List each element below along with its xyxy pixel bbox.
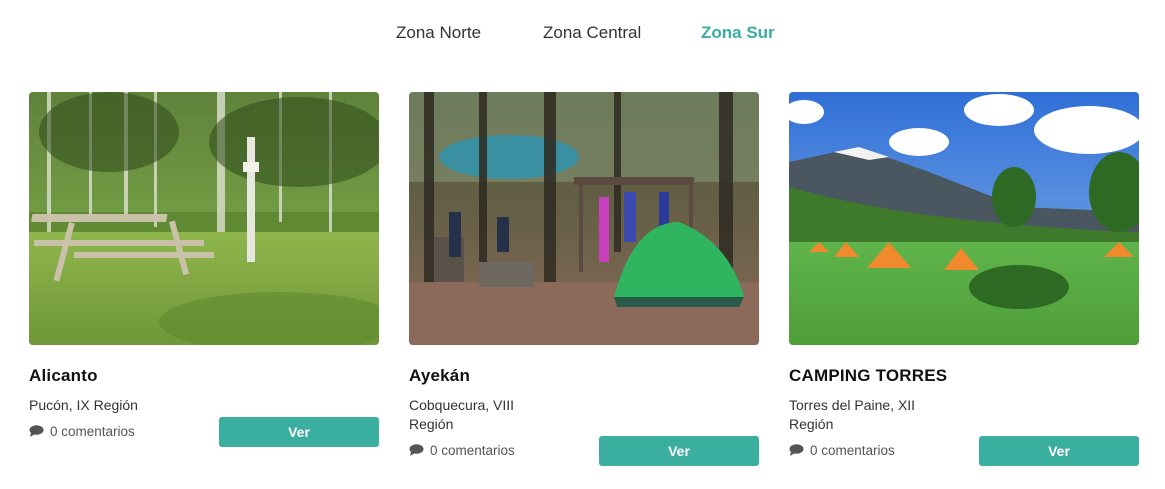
card-title[interactable]: Ayekán xyxy=(409,364,759,388)
campsite-card-camping-torres: CAMPING TORRES Torres del Paine, XII Reg… xyxy=(789,92,1139,466)
forest-picnic-table-photo xyxy=(29,92,379,345)
speech-bubble-icon xyxy=(29,425,44,437)
comments-link[interactable]: 0 comentarios xyxy=(409,442,515,460)
card-footer: 0 comentarios Ver xyxy=(789,436,1139,466)
card-image-forest-picnic-table[interactable] xyxy=(29,92,379,345)
comments-count: 0 comentarios xyxy=(50,424,135,439)
card-title[interactable]: CAMPING TORRES xyxy=(789,364,1139,388)
forest-campsite-green-tent-photo xyxy=(409,92,759,345)
comments-link[interactable]: 0 comentarios xyxy=(789,442,895,460)
card-location: Torres del Paine, XII Región xyxy=(789,397,916,432)
tab-zona-norte[interactable]: Zona Norte xyxy=(396,20,481,46)
comments-count: 0 comentarios xyxy=(430,443,515,458)
tab-zona-sur[interactable]: Zona Sur xyxy=(701,20,775,46)
card-footer: 0 comentarios Ver xyxy=(409,436,759,466)
card-title[interactable]: Alicanto xyxy=(29,364,379,388)
ver-button[interactable]: Ver xyxy=(979,436,1139,466)
ver-button[interactable]: Ver xyxy=(599,436,759,466)
card-footer: 0 comentarios Ver xyxy=(29,417,379,447)
tab-zona-central[interactable]: Zona Central xyxy=(543,20,641,46)
speech-bubble-icon xyxy=(789,444,804,456)
comments-link[interactable]: 0 comentarios xyxy=(29,423,135,441)
mountain-meadow-orange-tents-photo xyxy=(789,92,1139,345)
card-image-forest-campsite[interactable] xyxy=(409,92,759,345)
comments-count: 0 comentarios xyxy=(810,443,895,458)
card-image-mountain-meadow[interactable] xyxy=(789,92,1139,345)
speech-bubble-icon xyxy=(409,444,424,456)
card-location: Cobquecura, VIII Región xyxy=(409,397,515,432)
zone-tabs: Zona Norte Zona Central Zona Sur xyxy=(0,20,1165,46)
card-location: Pucón, IX Región xyxy=(29,397,138,413)
campsite-card-ayekan: Ayekán Cobquecura, VIII Región 0 comenta… xyxy=(409,92,759,466)
ver-button[interactable]: Ver xyxy=(219,417,379,447)
campsite-card-alicanto: Alicanto Pucón, IX Región 0 comentarios … xyxy=(29,92,379,447)
